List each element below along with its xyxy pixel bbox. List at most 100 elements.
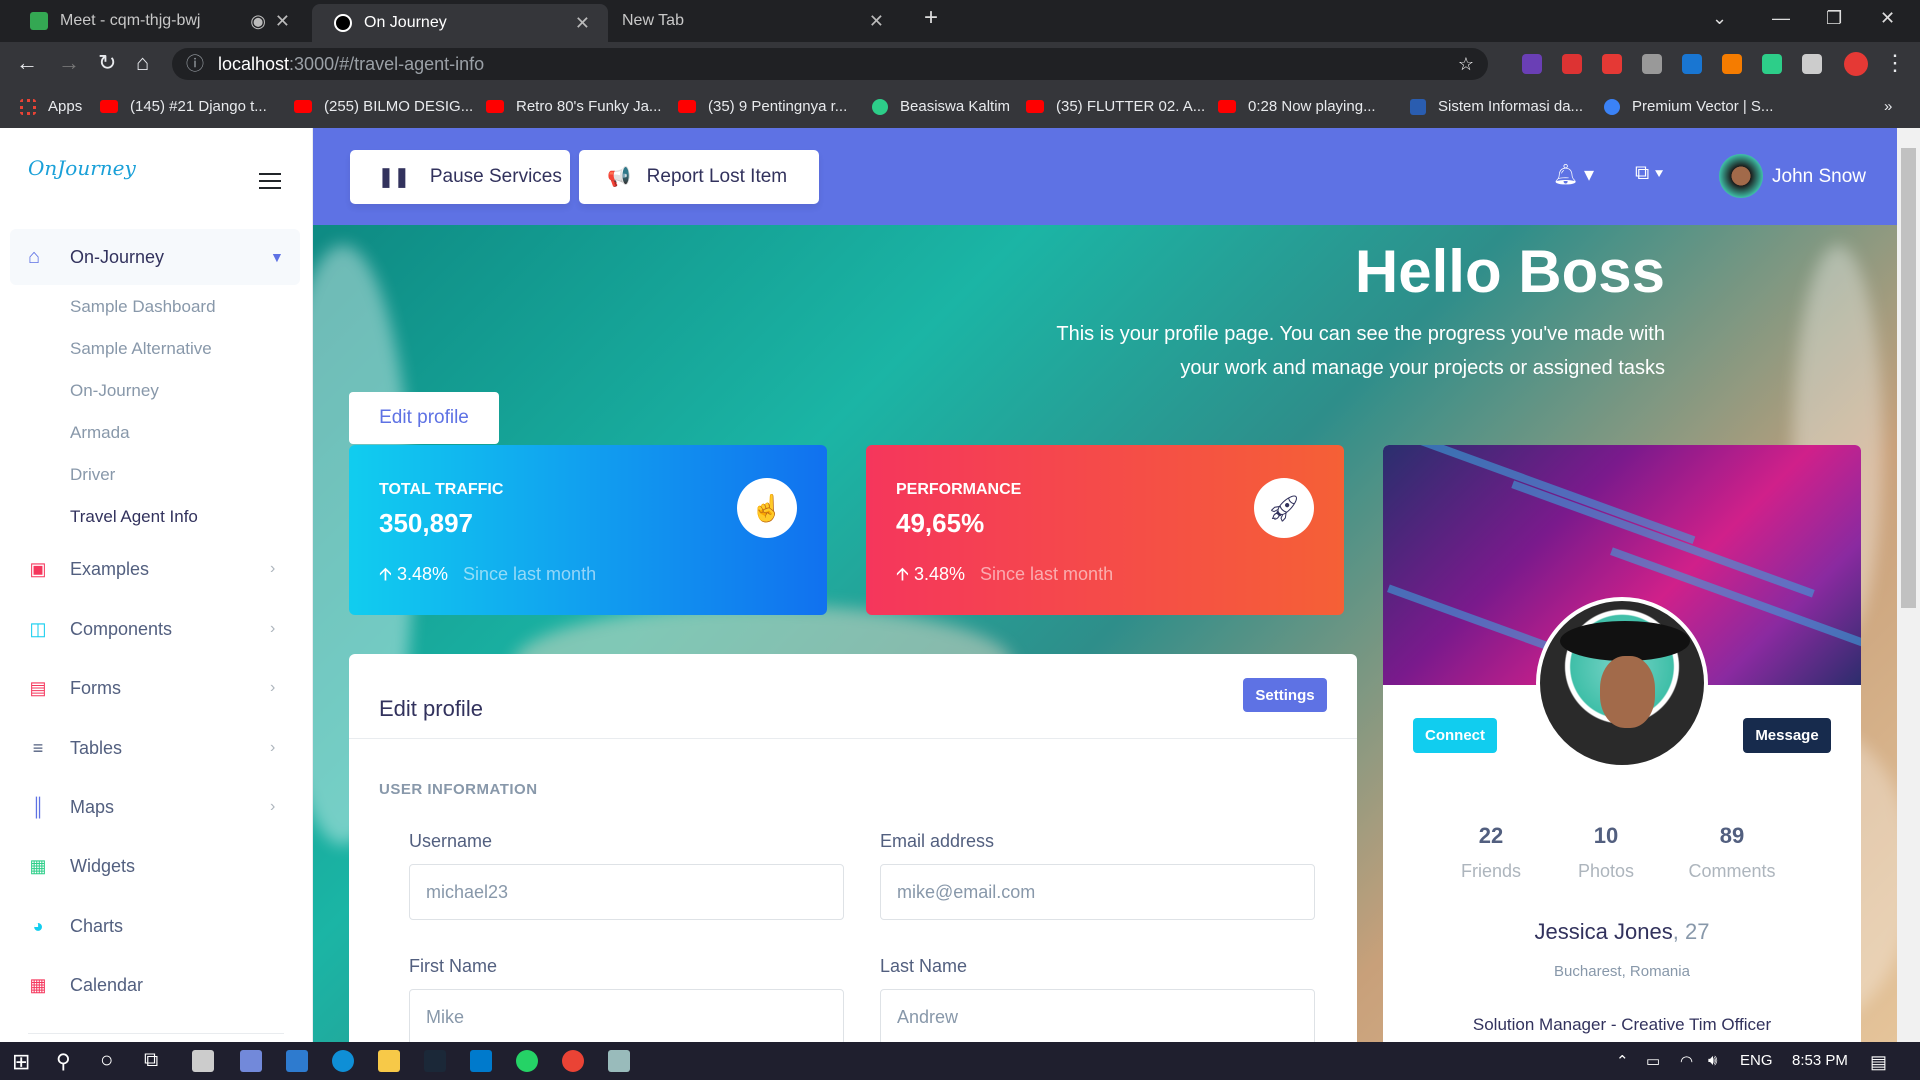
- scrollbar-thumb[interactable]: [1901, 148, 1916, 608]
- youtube-icon: [100, 100, 118, 113]
- bookmark-item[interactable]: (145) #21 Django t...: [100, 98, 267, 115]
- sidebar-item-on-journey[interactable]: ⌂ On-Journey ▼: [10, 229, 300, 285]
- extension-icon[interactable]: [1642, 54, 1662, 74]
- first-name-input[interactable]: Mike: [409, 989, 844, 1042]
- subitem-driver[interactable]: Driver: [70, 465, 115, 485]
- chevron-up-icon[interactable]: ⌃: [1616, 1052, 1629, 1070]
- tab-on-journey[interactable]: On Journey ✕: [312, 4, 608, 42]
- vscode-icon[interactable]: [470, 1050, 492, 1072]
- app-logo[interactable]: OnJourney: [28, 156, 136, 180]
- cortana-icon[interactable]: ○: [100, 1047, 113, 1073]
- sidebar-item-calendar[interactable]: ▦ Calendar: [0, 965, 313, 1005]
- clock[interactable]: 8:53 PM: [1792, 1052, 1848, 1069]
- sidebar-item-tables[interactable]: ≡ Tables ›: [0, 728, 313, 768]
- maximize-icon[interactable]: ❐: [1826, 8, 1842, 29]
- close-icon[interactable]: ✕: [275, 11, 290, 32]
- extension-icon[interactable]: [1682, 54, 1702, 74]
- components-icon: ◫: [29, 619, 47, 639]
- tab-search-icon[interactable]: ⌄: [1712, 8, 1727, 29]
- subitem-sample-alternative[interactable]: Sample Alternative: [70, 339, 212, 359]
- pause-services-button[interactable]: ❚❚ Pause Services: [350, 150, 570, 204]
- youtube-icon: [1026, 100, 1044, 113]
- edge-icon[interactable]: [332, 1050, 354, 1072]
- address-bar[interactable]: ⓘ localhost:3000/#/travel-agent-info ☆: [172, 48, 1488, 80]
- bookmark-item[interactable]: (255) BILMO DESIG...: [294, 98, 473, 115]
- chrome-icon[interactable]: [562, 1050, 584, 1072]
- windows-start-icon[interactable]: ⊞: [12, 1049, 30, 1075]
- sidebar-item-forms[interactable]: ▤ Forms ›: [0, 668, 313, 708]
- extension-icon[interactable]: [1722, 54, 1742, 74]
- back-icon[interactable]: ←: [16, 50, 38, 76]
- connect-button[interactable]: Connect: [1413, 718, 1497, 753]
- stat-change: 🡩 3.48% Since last month: [379, 564, 597, 584]
- notification-icon[interactable]: ▤: [1870, 1052, 1887, 1073]
- bookmark-item[interactable]: (35) FLUTTER 02. A...: [1026, 98, 1205, 115]
- bookmark-item[interactable]: (35) 9 Pentingnya r...: [678, 98, 847, 115]
- more-bookmarks-icon[interactable]: »: [1884, 98, 1892, 115]
- extension-icon[interactable]: [1762, 54, 1782, 74]
- extension-icon[interactable]: [1602, 54, 1622, 74]
- sidebar-item-maps[interactable]: ║ Maps ›: [0, 787, 313, 827]
- bookmark-item[interactable]: Retro 80's Funky Ja...: [486, 98, 661, 115]
- avatar[interactable]: [1719, 154, 1763, 198]
- battery-icon[interactable]: ▭: [1646, 1052, 1660, 1070]
- pause-icon: ❚❚: [378, 166, 410, 188]
- task-view-icon[interactable]: ⧉: [144, 1049, 158, 1072]
- bookmark-item[interactable]: Premium Vector | S...: [1604, 98, 1773, 115]
- bell-icon[interactable]: 🔔︎ ▾: [1553, 162, 1594, 187]
- puzzle-icon[interactable]: [1802, 54, 1822, 74]
- tab-meet[interactable]: Meet - cqm-thjg-bwj ◉ ✕: [8, 6, 308, 36]
- edit-profile-button[interactable]: Edit profile: [349, 392, 499, 444]
- stat-friends: 22 Friends: [1460, 823, 1522, 881]
- last-name-input[interactable]: Andrew: [880, 989, 1315, 1042]
- store-icon[interactable]: [192, 1050, 214, 1072]
- menu-dots-icon[interactable]: ⋮: [1884, 50, 1906, 76]
- message-button[interactable]: Message: [1743, 718, 1831, 753]
- close-icon[interactable]: ✕: [575, 13, 590, 34]
- stat-title: PERFORMANCE: [896, 481, 1022, 498]
- tab-new[interactable]: New Tab ✕: [612, 6, 902, 36]
- bookmark-item[interactable]: Beasiswa Kaltim: [872, 98, 1010, 115]
- subitem-on-journey[interactable]: On-Journey: [70, 381, 159, 401]
- photos-icon[interactable]: [608, 1050, 630, 1072]
- mail-icon[interactable]: [286, 1050, 308, 1072]
- home-icon[interactable]: ⌂: [136, 50, 149, 76]
- extension-icon[interactable]: [1562, 54, 1582, 74]
- forward-icon[interactable]: →: [58, 50, 80, 76]
- file-explorer-icon[interactable]: [378, 1050, 400, 1072]
- extension-icon[interactable]: [1522, 54, 1542, 74]
- chevron-down-icon: ▼: [270, 249, 284, 265]
- whatsapp-icon[interactable]: [516, 1050, 538, 1072]
- sidebar-item-charts[interactable]: ◕ Charts: [0, 906, 313, 946]
- user-name[interactable]: John Snow: [1772, 166, 1866, 188]
- search-icon[interactable]: ⚲: [56, 1049, 71, 1074]
- window-close-icon[interactable]: ✕: [1880, 8, 1895, 29]
- sidebar-item-widgets[interactable]: ▦ Widgets: [0, 846, 313, 886]
- minimize-icon[interactable]: —: [1772, 8, 1790, 29]
- bookmark-star-icon[interactable]: ☆: [1458, 48, 1474, 80]
- wifi-icon[interactable]: ◠: [1680, 1052, 1693, 1070]
- close-icon[interactable]: ✕: [869, 11, 884, 32]
- apps-grid-icon[interactable]: ⧉ ▾: [1635, 162, 1663, 185]
- sidebar-item-components[interactable]: ◫ Components ›: [0, 609, 313, 649]
- new-tab-icon[interactable]: +: [924, 4, 938, 32]
- email-input[interactable]: mike@email.com: [880, 864, 1315, 920]
- subitem-sample-dashboard[interactable]: Sample Dashboard: [70, 297, 216, 317]
- report-lost-item-button[interactable]: 📢 Report Lost Item: [579, 150, 819, 204]
- steam-icon[interactable]: [424, 1050, 446, 1072]
- subitem-travel-agent-info[interactable]: Travel Agent Info: [70, 507, 198, 527]
- bookmark-apps[interactable]: Apps: [20, 98, 82, 115]
- hamburger-icon[interactable]: [259, 168, 281, 194]
- profile-avatar-icon[interactable]: [1844, 52, 1868, 76]
- sidebar-item-examples[interactable]: ▣ Examples ›: [0, 549, 313, 589]
- reload-icon[interactable]: ↻: [98, 50, 116, 76]
- settings-button[interactable]: Settings: [1243, 678, 1327, 712]
- volume-icon[interactable]: 🔊︎: [1708, 1052, 1717, 1069]
- bookmark-item[interactable]: 0:28 Now playing...: [1218, 98, 1376, 115]
- bookmark-item[interactable]: Sistem Informasi da...: [1410, 98, 1583, 115]
- subitem-armada[interactable]: Armada: [70, 423, 130, 443]
- scrollbar[interactable]: [1897, 128, 1920, 1042]
- username-input[interactable]: michael23: [409, 864, 844, 920]
- language-indicator[interactable]: ENG: [1740, 1052, 1773, 1069]
- discord-icon[interactable]: [240, 1050, 262, 1072]
